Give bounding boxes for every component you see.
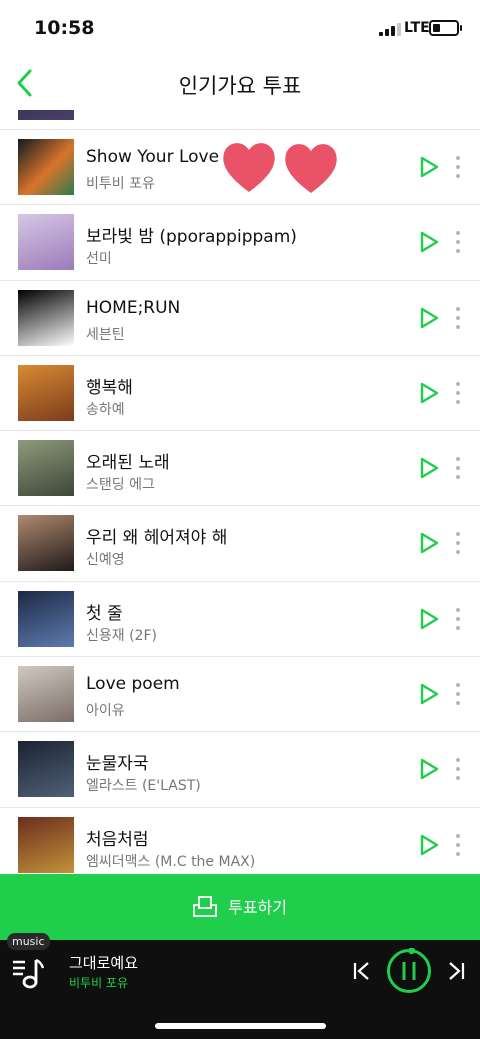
- vote-label: 투표하기: [228, 898, 287, 917]
- more-options-button[interactable]: [450, 756, 464, 782]
- more-options-button[interactable]: [450, 530, 464, 556]
- album-art: [18, 139, 74, 195]
- play-icon: [420, 533, 439, 554]
- song-row[interactable]: Love poem 아이유: [0, 657, 480, 733]
- song-title: Show Your Love: [86, 147, 220, 167]
- song-artist: 송하예: [86, 401, 125, 418]
- more-options-button[interactable]: [450, 832, 464, 858]
- song-artist: 선미: [86, 251, 112, 268]
- song-title: 행복해: [86, 377, 133, 398]
- play-button[interactable]: [419, 231, 439, 253]
- play-button[interactable]: [419, 457, 439, 479]
- more-options-button[interactable]: [450, 455, 464, 481]
- pause-icon: [387, 947, 431, 993]
- song-row[interactable]: HOME;RUN 세븐틴: [0, 281, 480, 356]
- album-art: [18, 364, 74, 421]
- song-title: 보라빛 밤 (pporappippam): [86, 227, 297, 248]
- play-button[interactable]: [419, 382, 439, 404]
- play-button[interactable]: [419, 683, 439, 705]
- home-indicator: [155, 1023, 326, 1029]
- hearts-icon: [221, 138, 339, 196]
- song-row[interactable]: 처음처럼엠씨더맥스 (M.C the MAX): [0, 808, 480, 874]
- play-icon: [420, 382, 439, 404]
- album-art: [18, 440, 74, 497]
- skip-back-icon: [353, 962, 369, 980]
- song-title: 오래된 노래: [86, 453, 170, 474]
- play-icon: [420, 232, 439, 253]
- more-options-button[interactable]: [450, 229, 464, 255]
- song-row[interactable]: 오래된 노래스탠딩 에그: [0, 431, 480, 507]
- play-icon: [420, 608, 439, 629]
- song-title: 눈물자국: [86, 754, 149, 775]
- more-options-button[interactable]: [450, 380, 464, 406]
- play-icon: [420, 759, 439, 780]
- previous-button[interactable]: [352, 960, 374, 982]
- battery-level: [433, 24, 440, 32]
- more-options-button[interactable]: [450, 154, 464, 180]
- playlist-icon[interactable]: [10, 952, 48, 992]
- song-row[interactable]: [0, 110, 480, 130]
- skip-forward-icon: [449, 962, 465, 980]
- song-row[interactable]: 눈물자국엘라스트 (E'LAST): [0, 732, 480, 808]
- player-artist: 비투비 포유: [69, 976, 129, 990]
- network-label: LTE: [404, 20, 430, 36]
- song-artist: 세븐틴: [86, 326, 125, 343]
- song-artist: 엠씨더맥스 (M.C the MAX): [86, 853, 256, 870]
- battery-icon: [429, 20, 462, 36]
- play-icon: [420, 307, 439, 328]
- album-art: [18, 214, 74, 271]
- song-row[interactable]: 보라빛 밤 (pporappippam) 선미: [0, 205, 480, 281]
- song-artist: 신예영: [86, 552, 125, 569]
- status-time: 10:58: [34, 17, 95, 39]
- song-list[interactable]: Show Your Love 비투비 포유보라빛 밤 (pporappippam)…: [0, 110, 480, 874]
- play-button[interactable]: [419, 758, 439, 780]
- song-title: 우리 왜 헤어져야 해: [86, 528, 228, 549]
- mini-player[interactable]: music 그대로예요 비투비 포유: [0, 933, 480, 1039]
- song-row[interactable]: 첫 줄신용재 (2F): [0, 582, 480, 658]
- play-button[interactable]: [419, 156, 439, 178]
- song-row[interactable]: Show Your Love 비투비 포유: [0, 130, 480, 206]
- album-art: [18, 816, 74, 873]
- nav-bar: 인기가요 투표: [0, 58, 480, 110]
- music-tag: music: [7, 933, 50, 950]
- play-icon: [420, 683, 439, 705]
- song-row[interactable]: 우리 왜 헤어져야 해신예영: [0, 506, 480, 582]
- player-title: 그대로예요: [69, 954, 139, 972]
- play-button[interactable]: [419, 307, 439, 329]
- song-artist: 비투비 포유: [86, 176, 155, 192]
- play-button[interactable]: [419, 532, 439, 554]
- song-title: Love poem: [86, 674, 180, 695]
- pause-button[interactable]: [386, 947, 432, 994]
- play-icon: [420, 834, 439, 855]
- signal-icon: [379, 23, 401, 36]
- album-art: [18, 666, 74, 723]
- song-artist: 신용재 (2F): [86, 627, 157, 644]
- play-button[interactable]: [419, 608, 439, 630]
- album-art: [18, 110, 74, 120]
- song-title: 처음처럼: [86, 829, 149, 850]
- status-bar: 10:58 LTE: [0, 0, 480, 58]
- more-options-button[interactable]: [450, 305, 464, 331]
- next-button[interactable]: [444, 960, 466, 982]
- page-title: 인기가요 투표: [178, 74, 302, 98]
- album-art: [18, 289, 74, 346]
- song-title: HOME;RUN: [86, 297, 181, 318]
- song-artist: 스탠딩 에그: [86, 477, 155, 494]
- album-art: [18, 590, 74, 647]
- song-artist: 아이유: [86, 703, 125, 720]
- song-title: 첫 줄: [86, 603, 123, 624]
- song-artist: 엘라스트 (E'LAST): [86, 778, 201, 795]
- ballot-box-icon: [193, 896, 217, 917]
- song-row[interactable]: 행복해송하예: [0, 356, 480, 432]
- more-options-button[interactable]: [450, 606, 464, 632]
- vote-button[interactable]: 투표하기: [0, 874, 480, 940]
- play-button[interactable]: [419, 834, 439, 856]
- album-art: [18, 741, 74, 798]
- play-icon: [420, 156, 439, 178]
- more-options-button[interactable]: [450, 681, 464, 707]
- play-icon: [420, 457, 439, 479]
- album-art: [18, 515, 74, 572]
